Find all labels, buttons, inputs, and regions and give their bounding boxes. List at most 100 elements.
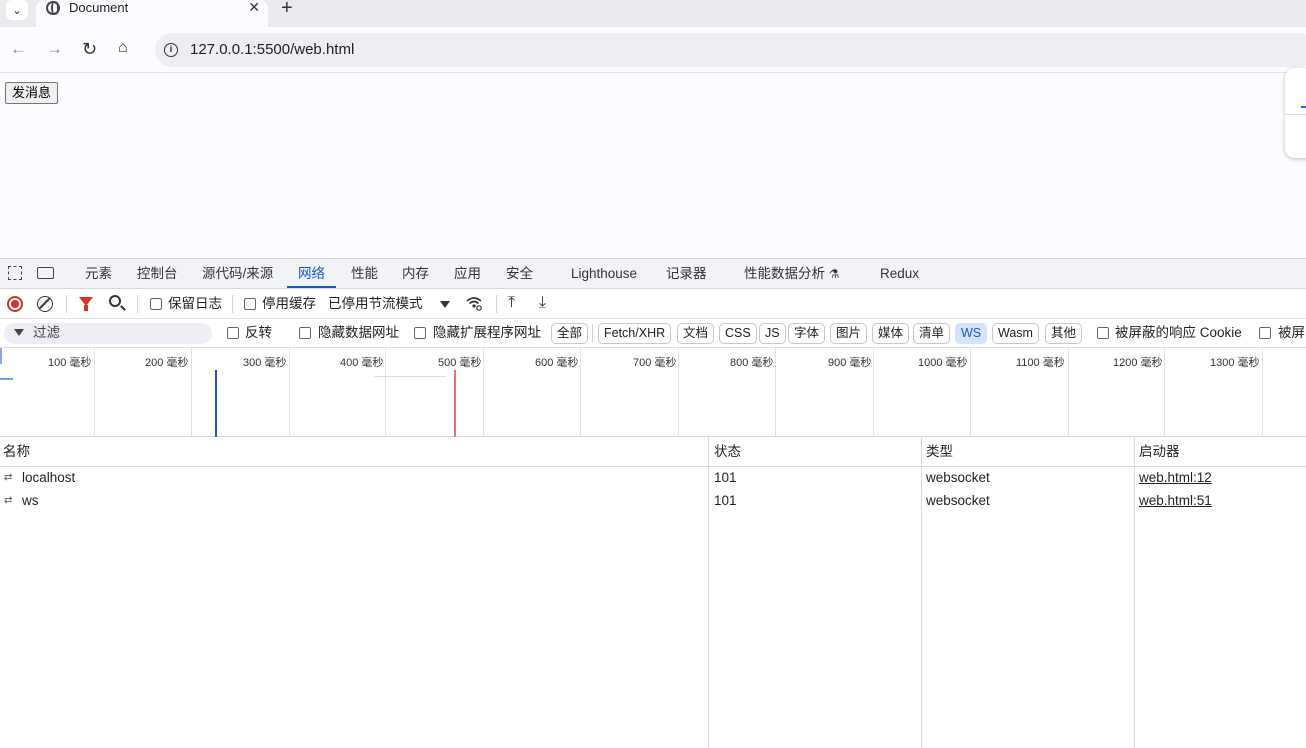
device-toolbar-icon[interactable] xyxy=(37,267,54,279)
hide-data-urls-label: 隐藏数据网址 xyxy=(318,325,399,340)
send-message-button[interactable]: 发消息 xyxy=(5,82,59,104)
tab-memory[interactable]: 内存 xyxy=(402,259,429,288)
new-tab-button[interactable]: + xyxy=(281,0,293,20)
disable-cache-checkbox[interactable] xyxy=(244,298,256,310)
type-filter-css[interactable]: CSS xyxy=(719,323,757,344)
request-type: websocket xyxy=(926,470,990,485)
reload-icon[interactable]: ↻ xyxy=(82,40,97,58)
network-request-table: 名称 状态 类型 启动器 ⇄ localhost 101 websocket w… xyxy=(0,437,1306,748)
tab-search-button[interactable]: ⌄ xyxy=(6,0,28,20)
type-filter-all[interactable]: 全部 xyxy=(551,323,589,344)
clear-icon[interactable] xyxy=(37,296,53,312)
request-initiator-link[interactable]: web.html:51 xyxy=(1139,493,1212,509)
timeline-tick-label: 100 毫秒 xyxy=(48,357,92,369)
url-text[interactable]: 127.0.0.1:5500/web.html xyxy=(190,41,354,58)
tab-sources[interactable]: 源代码/来源 xyxy=(202,259,273,288)
timeline-gridline xyxy=(1262,348,1263,437)
devtools-tab-bar: 元素 控制台 源代码/来源 网络 性能 内存 应用 安全 Lighthouse … xyxy=(0,259,1306,289)
filter-icon[interactable] xyxy=(79,297,93,311)
table-row[interactable]: ⇄ localhost 101 websocket web.html:12 xyxy=(0,467,1306,490)
tab-lighthouse[interactable]: Lighthouse xyxy=(571,259,637,288)
browser-toolbar: ← → ↻ ⌂ i 127.0.0.1:5500/web.html xyxy=(0,27,1306,73)
filter-input[interactable]: 过滤 xyxy=(4,323,212,344)
type-filter-fetch-xhr[interactable]: Fetch/XHR xyxy=(598,323,672,344)
close-icon[interactable]: ✕ xyxy=(248,0,260,16)
type-filter-media[interactable]: 媒体 xyxy=(872,323,910,344)
tab-performance-insights[interactable]: 性能数据分析 ⚗ xyxy=(744,259,840,288)
type-filter-doc[interactable]: 文档 xyxy=(677,323,715,344)
tab-application[interactable]: 应用 xyxy=(454,259,481,288)
export-har-icon[interactable]: ⤓ xyxy=(539,295,553,311)
type-filter-other[interactable]: 其他 xyxy=(1045,323,1083,344)
back-arrow-icon[interactable]: ← xyxy=(10,40,27,58)
dom-content-loaded-marker xyxy=(215,370,217,437)
type-filter-ws[interactable]: WS xyxy=(955,323,988,344)
timeline-tick-label: 900 毫秒 xyxy=(828,357,872,369)
request-name[interactable]: ws xyxy=(22,493,39,509)
request-name[interactable]: localhost xyxy=(22,470,75,486)
hide-extension-urls-checkbox[interactable] xyxy=(414,327,426,339)
timeline-tick-label: 1100 毫秒 xyxy=(1016,357,1065,369)
forward-arrow-icon[interactable]: → xyxy=(46,40,63,58)
timeline-tick-label: 1200 毫秒 xyxy=(1113,357,1163,369)
request-type: websocket xyxy=(926,493,990,508)
import-har-icon[interactable]: ⤒ xyxy=(508,295,522,311)
timeline-tick-label: 400 毫秒 xyxy=(340,357,384,369)
column-header-name[interactable]: 名称 xyxy=(3,444,30,460)
invert-checkbox[interactable] xyxy=(227,327,239,339)
divider xyxy=(66,295,67,313)
timeline-gridline xyxy=(1164,348,1165,437)
table-header: 名称 状态 类型 启动器 xyxy=(0,437,1306,467)
browser-tab[interactable]: Document ✕ xyxy=(36,0,268,27)
network-toolbar: 保留日志 停用缓存 已停用节流模式 ⤒ ⤓ xyxy=(0,289,1306,319)
tab-elements[interactable]: 元素 xyxy=(85,259,112,288)
hide-data-urls-checkbox[interactable] xyxy=(299,327,311,339)
timeline-tick-label: 1000 毫秒 xyxy=(918,357,968,369)
timeline-tick-label: 200 毫秒 xyxy=(145,357,189,369)
site-info-icon[interactable]: i xyxy=(164,43,178,57)
blocked-cookies-label: 被屏蔽的响应 Cookie xyxy=(1115,325,1242,340)
home-icon[interactable]: ⌂ xyxy=(118,39,128,57)
type-filter-wasm[interactable]: Wasm xyxy=(992,323,1039,344)
tab-network[interactable]: 网络 xyxy=(287,259,336,288)
timeline-gridline xyxy=(678,348,679,437)
type-filter-font[interactable]: 字体 xyxy=(788,323,826,344)
network-overview-timeline[interactable]: 100 毫秒 200 毫秒 300 毫秒 400 毫秒 500 毫秒 600 毫… xyxy=(0,348,1306,437)
inspect-element-icon[interactable] xyxy=(8,266,22,280)
tab-performance-insights-label: 性能数据分析 xyxy=(744,266,825,281)
timeline-gridline xyxy=(94,348,95,437)
timeline-tick-label: 1300 毫秒 xyxy=(1210,357,1260,369)
timeline-scrubber-left[interactable] xyxy=(0,348,2,364)
request-initiator-link[interactable]: web.html:12 xyxy=(1139,470,1212,486)
type-filter-js[interactable]: JS xyxy=(759,323,786,344)
tab-console[interactable]: 控制台 xyxy=(137,259,178,288)
timeline-tick-label: 700 毫秒 xyxy=(633,357,677,369)
divider xyxy=(592,324,593,342)
tab-redux[interactable]: Redux xyxy=(880,259,919,288)
request-bar xyxy=(374,376,446,377)
tab-performance[interactable]: 性能 xyxy=(351,259,378,288)
chevron-down-icon[interactable] xyxy=(440,301,450,308)
side-panel-widget[interactable] xyxy=(1285,68,1306,158)
column-header-type[interactable]: 类型 xyxy=(926,444,953,460)
record-icon[interactable] xyxy=(7,296,23,312)
type-filter-img[interactable]: 图片 xyxy=(830,323,868,344)
flask-icon: ⚗ xyxy=(828,267,840,281)
column-header-status[interactable]: 状态 xyxy=(714,444,741,460)
globe-icon xyxy=(46,1,60,15)
timeline-gridline xyxy=(873,348,874,437)
tab-security[interactable]: 安全 xyxy=(506,259,533,288)
throttling-select[interactable]: 已停用节流模式 xyxy=(328,296,423,312)
search-icon[interactable] xyxy=(109,295,121,307)
address-bar[interactable]: i 127.0.0.1:5500/web.html xyxy=(155,33,1306,67)
timeline-gridline xyxy=(483,348,484,437)
table-row[interactable]: ⇄ ws 101 websocket web.html:51 xyxy=(0,490,1306,513)
blocked-requests-checkbox[interactable] xyxy=(1259,327,1271,339)
blocked-cookies-checkbox[interactable] xyxy=(1097,327,1109,339)
type-filter-manifest[interactable]: 清单 xyxy=(913,323,951,344)
network-conditions-icon[interactable] xyxy=(466,295,482,311)
preserve-log-checkbox[interactable] xyxy=(150,298,162,310)
timeline-gridline xyxy=(775,348,776,437)
column-header-initiator[interactable]: 启动器 xyxy=(1139,444,1180,460)
tab-recorder[interactable]: 记录器 xyxy=(666,259,707,288)
